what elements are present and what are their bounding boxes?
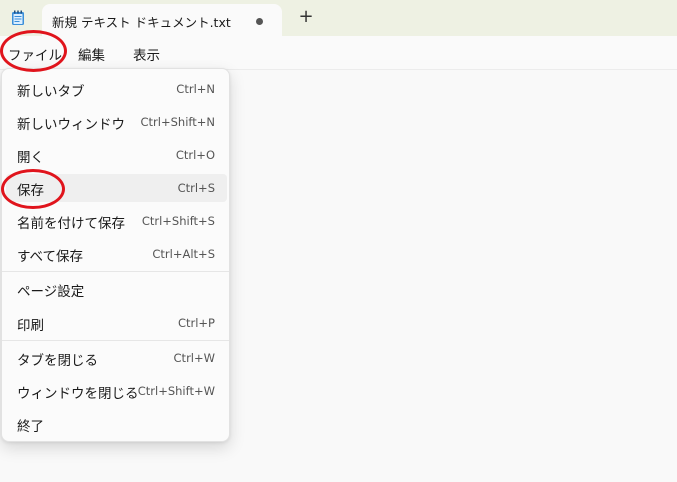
- menu-item-label: 保存: [17, 183, 44, 199]
- menu-item-shortcut: Ctrl+N: [176, 82, 215, 96]
- menu-separator: [2, 271, 229, 272]
- menu-item-save-all[interactable]: すべて保存 Ctrl+Alt+S: [6, 240, 227, 268]
- menu-item-print[interactable]: 印刷 Ctrl+P: [6, 309, 227, 337]
- menu-item-label: すべて保存: [17, 249, 84, 265]
- menu-item-shortcut: Ctrl+S: [177, 181, 215, 195]
- menu-edit[interactable]: 編集: [78, 44, 105, 64]
- menu-item-label: 開く: [17, 150, 44, 166]
- notepad-icon: [11, 10, 25, 26]
- menu-separator: [2, 340, 229, 341]
- menu-bar: ファイル 編集 表示: [0, 36, 677, 70]
- menu-item-label: ページ設定: [17, 284, 85, 300]
- menu-item-label: 終了: [17, 419, 44, 435]
- menu-item-page-setup[interactable]: ページ設定: [6, 275, 227, 303]
- menu-file[interactable]: ファイル: [8, 44, 62, 64]
- menu-item-label: 新しいタブ: [17, 84, 85, 100]
- tab-title: 新規 テキスト ドキュメント.txt: [52, 15, 231, 30]
- menu-item-shortcut: Ctrl+Shift+N: [140, 115, 215, 129]
- menu-item-shortcut: Ctrl+Alt+S: [152, 247, 215, 261]
- unsaved-dot-icon[interactable]: [256, 18, 263, 25]
- menu-item-open[interactable]: 開く Ctrl+O: [6, 141, 227, 169]
- menu-item-shortcut: Ctrl+Shift+W: [137, 384, 215, 398]
- menu-item-shortcut: Ctrl+O: [175, 148, 215, 162]
- menu-item-close-tab[interactable]: タブを閉じる Ctrl+W: [6, 344, 227, 372]
- menu-item-save[interactable]: 保存 Ctrl+S: [6, 174, 227, 202]
- menu-item-close-window[interactable]: ウィンドウを閉じる Ctrl+Shift+W: [6, 377, 227, 405]
- menu-item-new-tab[interactable]: 新しいタブ Ctrl+N: [6, 75, 227, 103]
- menu-item-save-as[interactable]: 名前を付けて保存 Ctrl+Shift+S: [6, 207, 227, 235]
- menu-view[interactable]: 表示: [133, 44, 160, 64]
- file-menu-dropdown: 新しいタブ Ctrl+N 新しいウィンドウ Ctrl+Shift+N 開く Ct…: [1, 68, 230, 442]
- menu-item-label: 名前を付けて保存: [17, 216, 125, 232]
- new-tab-button[interactable]: +: [296, 7, 316, 27]
- document-tab[interactable]: 新規 テキスト ドキュメント.txt: [42, 4, 282, 36]
- menu-item-shortcut: Ctrl+P: [177, 316, 215, 330]
- menu-item-label: タブを閉じる: [17, 353, 98, 369]
- menu-item-exit[interactable]: 終了: [6, 410, 227, 438]
- menu-item-label: 新しいウィンドウ: [17, 117, 125, 133]
- menu-item-new-window[interactable]: 新しいウィンドウ Ctrl+Shift+N: [6, 108, 227, 136]
- menu-item-shortcut: Ctrl+Shift+S: [141, 214, 215, 228]
- menu-item-label: 印刷: [17, 318, 44, 334]
- menu-item-label: ウィンドウを閉じる: [17, 386, 139, 402]
- menu-item-shortcut: Ctrl+W: [173, 351, 215, 365]
- title-bar: 新規 テキスト ドキュメント.txt +: [0, 0, 677, 36]
